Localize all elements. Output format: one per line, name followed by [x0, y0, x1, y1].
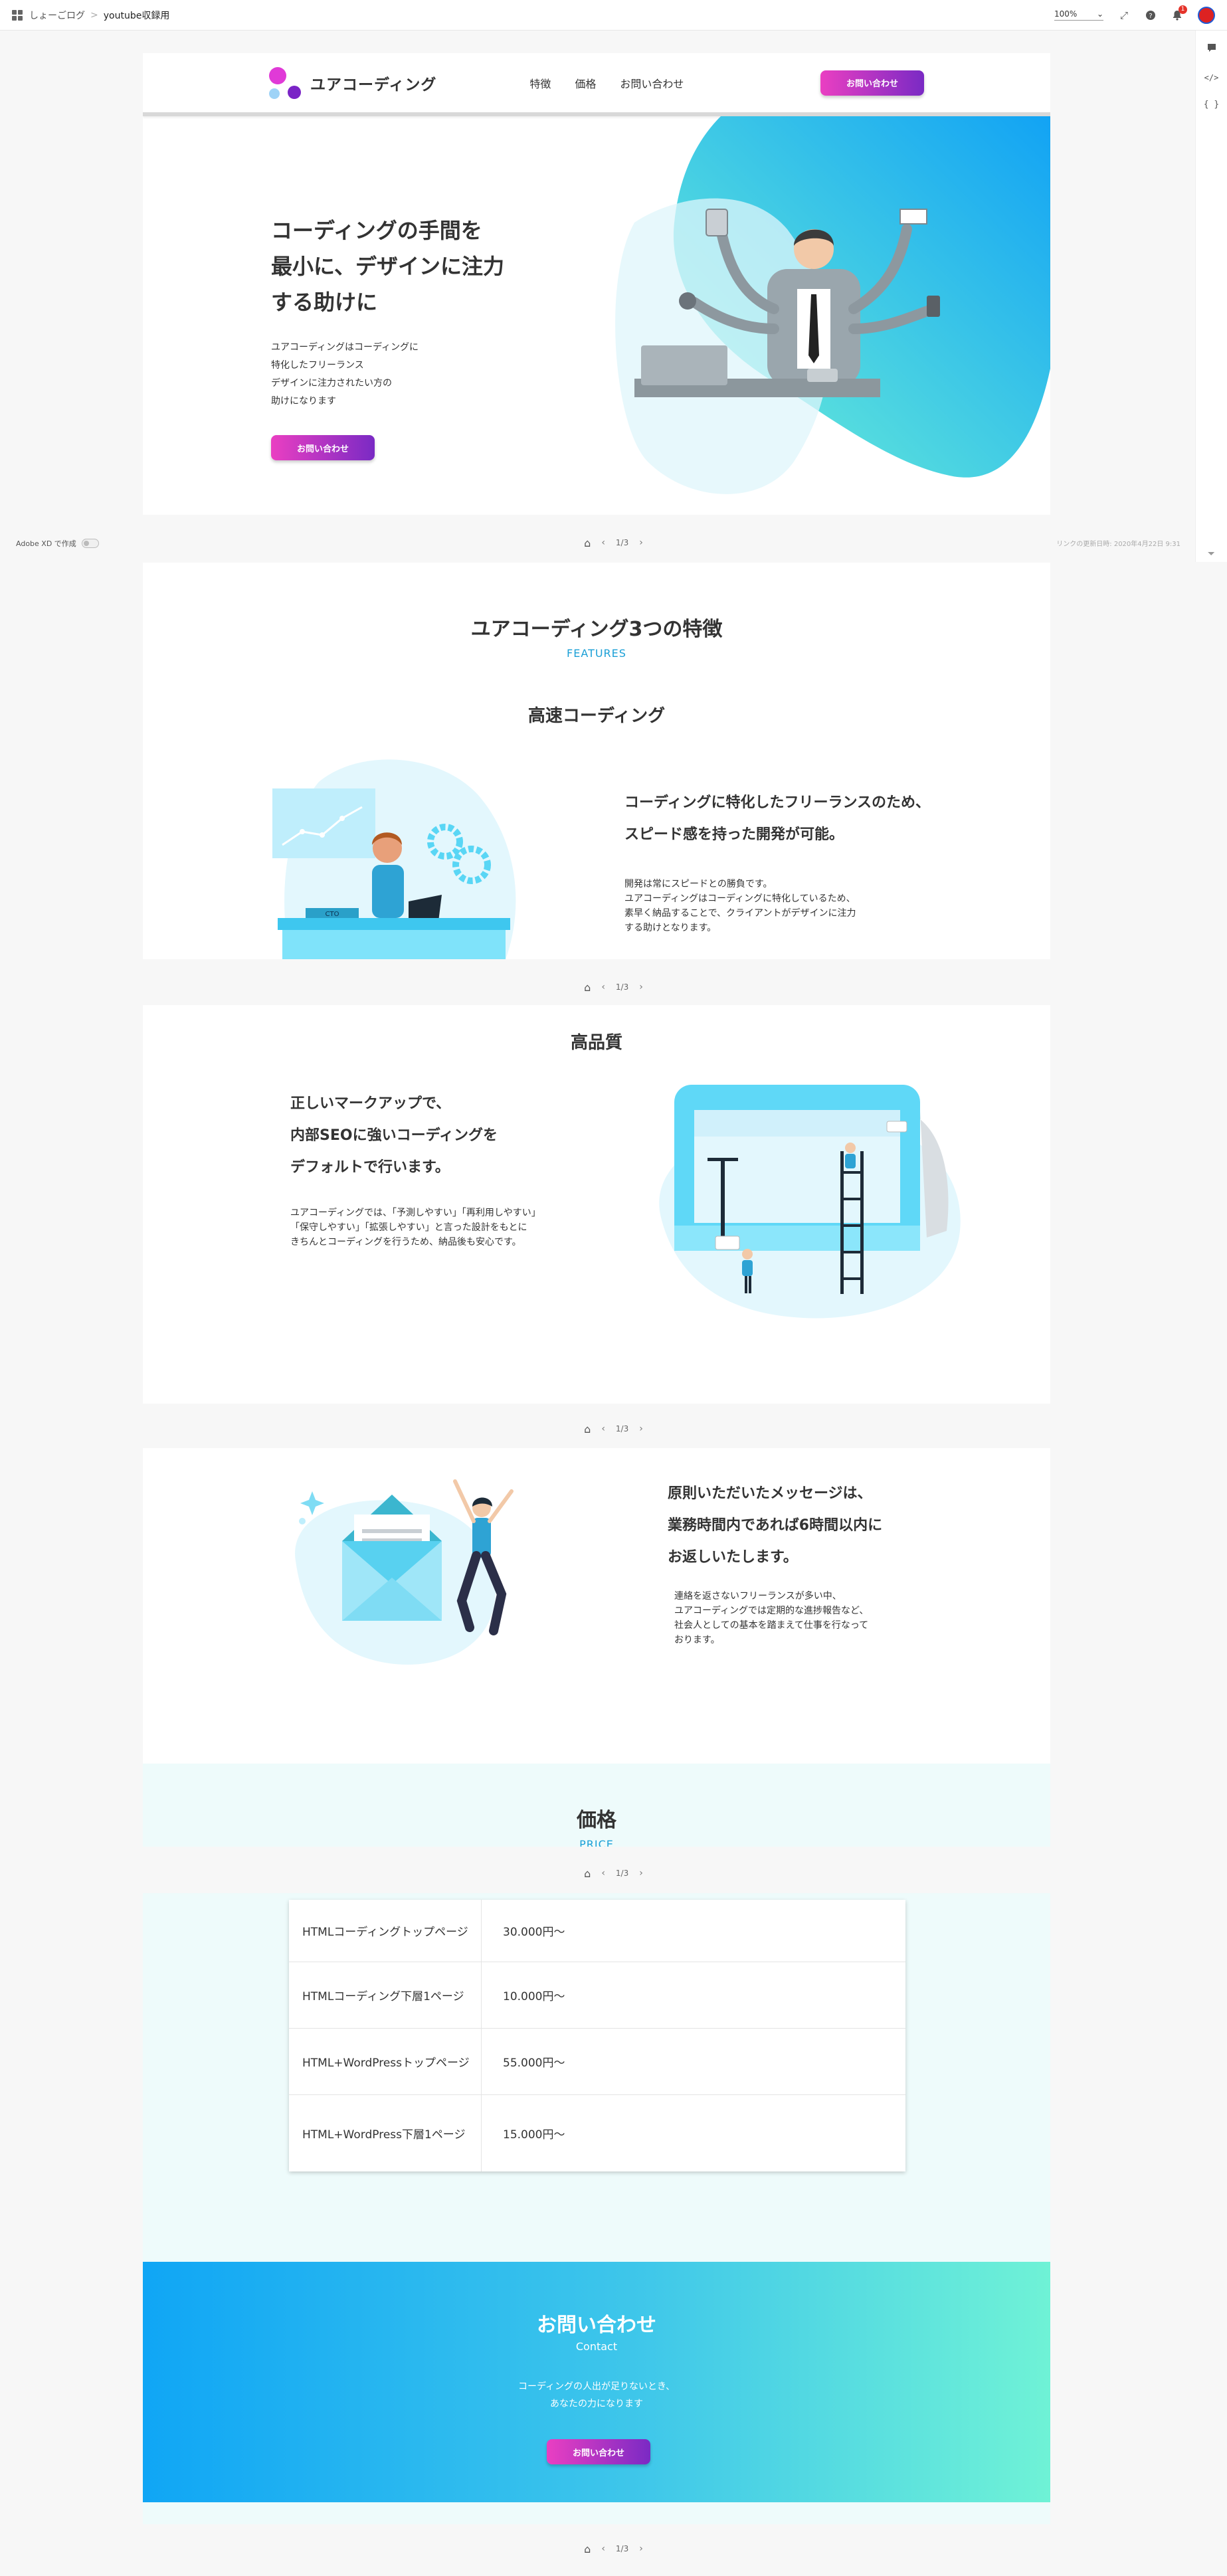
next-arrow-icon[interactable]: › — [639, 1424, 643, 1434]
artboard-hero: ユアコーディング 特徴 価格 お問い合わせ お問い合わせ コーディングの手間を … — [143, 53, 1050, 515]
xd-toolbar: しょーごログ > youtube収録用 100% ⌄ ⤢ ? 1 — [0, 0, 1227, 31]
price-subtitle: PRICE — [579, 1838, 614, 1847]
page-indicator: 1/3 — [615, 982, 629, 992]
contact-section: お問い合わせ Contact コーディングの人出が足りないとき、 あなたの力にな… — [143, 2262, 1050, 2502]
price-name: HTMLコーディング下層1ページ — [289, 1962, 482, 2028]
table-row: HTML+WordPressトップページ 55.000円〜 — [289, 2029, 905, 2095]
nav-features[interactable]: 特徴 — [529, 75, 551, 91]
features-subtitle: FEATURES — [567, 647, 626, 660]
feature3-body: 連絡を返さないフリーランスが多い中、 ユアコーディングでは定期的な進捗報告など、… — [674, 1591, 869, 1645]
breadcrumb-separator: > — [90, 9, 98, 21]
prev-arrow-icon[interactable]: ‹ — [601, 1868, 605, 1879]
next-arrow-icon[interactable]: › — [639, 537, 643, 548]
nav-contact[interactable]: お問い合わせ — [620, 75, 684, 91]
feature1-illustration: CTO — [272, 759, 516, 959]
breadcrumb-root[interactable]: しょーごログ — [29, 9, 85, 22]
home-icon[interactable]: ⌂ — [584, 537, 591, 549]
contact-subtitle: Contact — [575, 2340, 618, 2353]
feature2-body: ユアコーディングでは、「予測しやすい」「再利用しやすい」 「保守しやすい」「拡張… — [290, 1208, 541, 1247]
hero-contact-button[interactable]: お問い合わせ — [271, 435, 375, 460]
header-contact-button[interactable]: お問い合わせ — [820, 70, 924, 96]
nav-price[interactable]: 価格 — [575, 75, 596, 91]
page-indicator: 1/3 — [615, 538, 629, 547]
features-title: ユアコーディング3つの特徴 — [470, 618, 723, 641]
home-icon[interactable]: ⌂ — [584, 981, 591, 994]
chevron-down-icon: ⌄ — [1096, 9, 1103, 19]
prev-arrow-icon[interactable]: ‹ — [601, 982, 605, 992]
breadcrumb-current: youtube収録用 — [103, 10, 170, 21]
next-arrow-icon[interactable]: › — [639, 1868, 643, 1879]
fullscreen-icon[interactable]: ⤢ — [1118, 9, 1130, 21]
site-header: ユアコーディング 特徴 価格 お問い合わせ お問い合わせ — [143, 53, 1050, 116]
artboard-pager: ⌂ ‹ 1/3 › — [0, 977, 1227, 997]
apps-grid-icon[interactable] — [12, 9, 23, 21]
code-icon[interactable]: </> — [1204, 73, 1219, 82]
home-icon[interactable]: ⌂ — [584, 2543, 591, 2555]
price-section-top: 価格 PRICE — [143, 1764, 1050, 1847]
help-icon[interactable]: ? — [1145, 9, 1157, 21]
notification-badge: 1 — [1179, 5, 1187, 14]
contact-button[interactable]: お問い合わせ — [547, 2439, 650, 2464]
svg-text:?: ? — [1149, 13, 1152, 20]
table-row: HTMLコーディング下層1ページ 10.000円〜 — [289, 1962, 905, 2029]
cto-sign: CTO — [326, 911, 339, 918]
artboard-pager: ⌂ ‹ 1/3 › — [0, 533, 1227, 553]
artboard-pager: ⌂ ‹ 1/3 › — [0, 1419, 1227, 1439]
feature3-illustration — [295, 1479, 514, 1665]
next-arrow-icon[interactable]: › — [639, 2543, 643, 2554]
zoom-select[interactable]: 100% ⌄ — [1054, 9, 1103, 21]
contact-description: コーディングの人出が足りないとき、 あなたの力になります — [518, 2381, 676, 2409]
page-indicator: 1/3 — [615, 1869, 629, 1878]
xd-side-panel: </> { } — [1195, 31, 1227, 562]
price-name: HTMLコーディングトップページ — [289, 1900, 482, 1962]
home-icon[interactable]: ⌂ — [584, 1423, 591, 1435]
prev-arrow-icon[interactable]: ‹ — [601, 537, 605, 548]
price-table: HTMLコーディングトップページ 30.000円〜 HTMLコーディング下層1ペ… — [289, 1900, 905, 2171]
artboard-pager: ⌂ ‹ 1/3 › — [0, 2539, 1227, 2559]
price-value: 15.000円〜 — [503, 2128, 565, 2142]
main-nav: 特徴 価格 お問い合わせ — [529, 75, 684, 91]
notification-bell-icon[interactable]: 1 — [1171, 5, 1187, 21]
logo-icon — [269, 66, 301, 99]
page-indicator: 1/3 — [615, 2544, 629, 2553]
artboard-pager: ⌂ ‹ 1/3 › — [0, 1863, 1227, 1883]
page-indicator: 1/3 — [615, 1424, 629, 1433]
prev-arrow-icon[interactable]: ‹ — [601, 1424, 605, 1434]
braces-icon[interactable]: { } — [1204, 100, 1219, 110]
next-arrow-icon[interactable]: › — [639, 982, 643, 992]
price-value: 30.000円〜 — [503, 1926, 565, 1939]
artboard-price-contact: HTMLコーディングトップページ 30.000円〜 HTMLコーディング下層1ペ… — [143, 1893, 1050, 2524]
artboard-feature-quality: 高品質 正しいマークアップで、 内部SEOに強いコーディングを デフォルトで行い… — [143, 1005, 1050, 1404]
comment-icon[interactable] — [1206, 43, 1217, 56]
price-value: 10.000円〜 — [503, 1990, 565, 2003]
home-icon[interactable]: ⌂ — [584, 1867, 591, 1880]
artboard-feature-response: 原則いただいたメッセージは、 業務時間内であれば6時間以内に お返しいたします。… — [143, 1448, 1050, 1847]
price-title: 価格 — [577, 1809, 616, 1832]
site-logo[interactable]: ユアコーディング — [310, 72, 436, 94]
feature2-label: 高品質 — [570, 1033, 622, 1053]
hero-illustration — [615, 116, 1050, 494]
price-name: HTML+WordPress下層1ページ — [289, 2095, 482, 2171]
artboard-features: ユアコーディング3つの特徴 FEATURES 高速コーディング CTO コーディ… — [143, 563, 1050, 959]
feature1-label: 高速コーディング — [527, 706, 666, 726]
feature3-heading: 原則いただいたメッセージは、 業務時間内であれば6時間以内に お返しいたします。 — [668, 1485, 883, 1566]
hero-description: ユアコーディングはコーディングに 特化したフリーランス デザインに注力されたい方… — [271, 342, 419, 407]
feature2-illustration — [659, 1085, 961, 1319]
feature1-heading: コーディングに特化したフリーランスのため、 スピード感を持った開発が可能。 — [624, 794, 931, 843]
avatar[interactable] — [1198, 6, 1215, 24]
table-row: HTMLコーディングトップページ 30.000円〜 — [289, 1900, 905, 1962]
feature1-body: 開発は常にスピードとの勝負です。 ユアコーディングはコーディングに特化しているた… — [624, 879, 856, 933]
hero-title: コーディングの手間を 最小に、デザインに注力 する助けに — [271, 218, 505, 315]
contact-title: お問い合わせ — [537, 2314, 656, 2337]
feature2-heading: 正しいマークアップで、 内部SEOに強いコーディングを デフォルトで行います。 — [290, 1095, 498, 1176]
price-value: 55.000円〜 — [503, 2057, 565, 2070]
prev-arrow-icon[interactable]: ‹ — [601, 2543, 605, 2554]
price-name: HTML+WordPressトップページ — [289, 2029, 482, 2094]
table-row: HTML+WordPress下層1ページ 15.000円〜 — [289, 2095, 905, 2171]
